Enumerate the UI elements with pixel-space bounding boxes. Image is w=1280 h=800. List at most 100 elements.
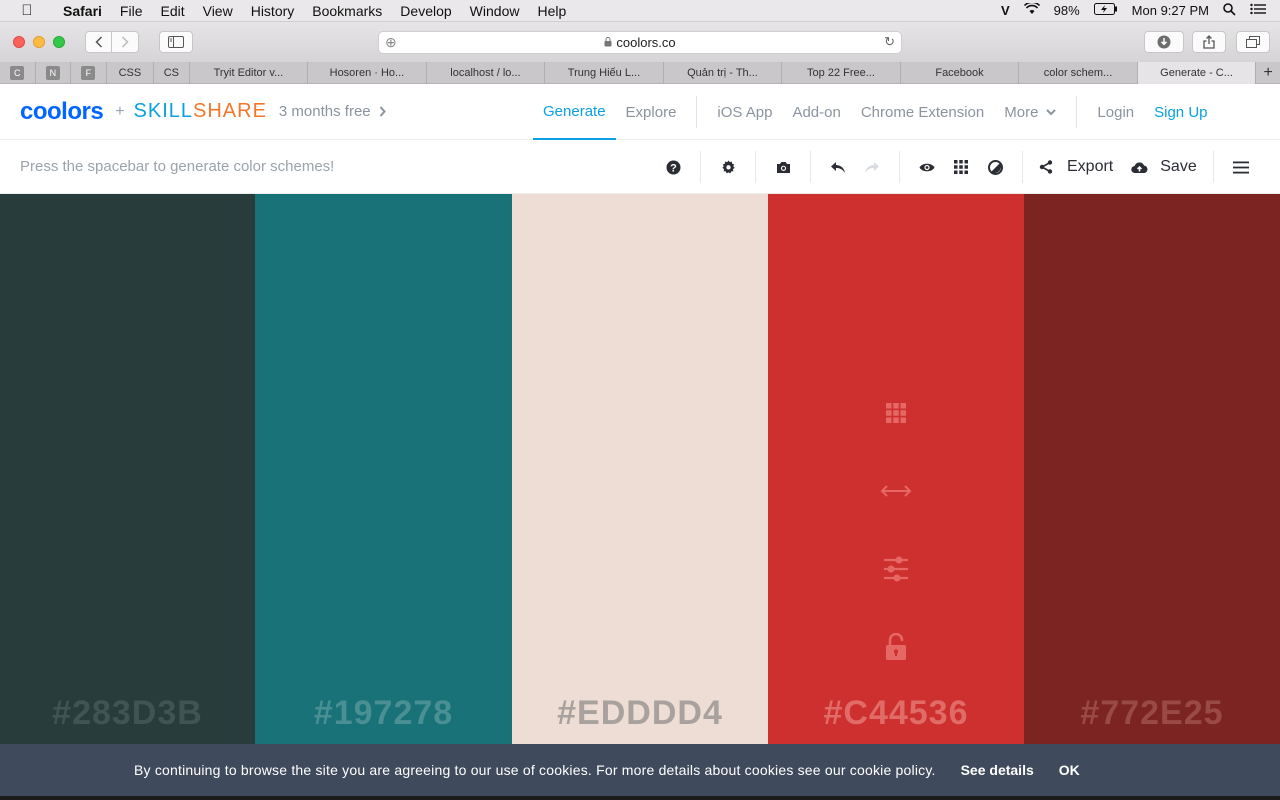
color-swatch[interactable]: #283D3B: [0, 194, 255, 744]
menu-help[interactable]: Help: [528, 3, 575, 19]
hex-code[interactable]: #197278: [255, 694, 512, 733]
browser-tab[interactable]: CS: [154, 62, 190, 84]
browser-tab[interactable]: CSS: [107, 62, 155, 84]
pinned-tab[interactable]: N: [36, 62, 72, 84]
browser-tab[interactable]: Top 22 Free...: [782, 62, 901, 84]
arrows-horizontal-icon: [880, 485, 912, 497]
nav-login[interactable]: Login: [1087, 84, 1144, 140]
save-button[interactable]: Save: [1131, 158, 1197, 176]
sidebar-toggle-button[interactable]: [159, 31, 193, 53]
promo-link[interactable]: 3 months free: [279, 103, 371, 120]
address-bar[interactable]: ⊕ coolors.co ↻: [378, 31, 902, 54]
nav-ios-app[interactable]: iOS App: [707, 84, 782, 140]
color-swatch[interactable]: #EDDDD4: [512, 194, 768, 744]
color-swatch[interactable]: #772E25: [1024, 194, 1280, 744]
minimize-window-button[interactable]: [33, 36, 45, 48]
nav-chrome-extension[interactable]: Chrome Extension: [851, 84, 994, 140]
adjust-palette-button[interactable]: [984, 159, 1006, 175]
menu-develop[interactable]: Develop: [391, 3, 460, 19]
tab-overview-button[interactable]: [1236, 31, 1270, 53]
browser-tab[interactable]: localhost / lo...: [427, 62, 546, 84]
nav-more[interactable]: More: [994, 84, 1066, 140]
browser-toolbar: ⊕ coolors.co ↻: [0, 22, 1280, 62]
nav-divider: [696, 96, 698, 128]
notification-center-icon[interactable]: [1250, 3, 1266, 18]
grid-icon: [886, 403, 906, 423]
browser-tab[interactable]: Facebook: [901, 62, 1020, 84]
reload-icon[interactable]: ↻: [884, 34, 895, 50]
nav-explore[interactable]: Explore: [616, 84, 687, 140]
color-blindness-button[interactable]: [916, 162, 938, 173]
menu-app-safari[interactable]: Safari: [54, 3, 111, 19]
downloads-button[interactable]: [1144, 31, 1184, 53]
cookie-banner: By continuing to browse the site you are…: [0, 744, 1280, 796]
nav-signup[interactable]: Sign Up: [1144, 84, 1217, 140]
lock-button[interactable]: [885, 608, 907, 686]
browser-tab[interactable]: Tryit Editor v...: [190, 62, 309, 84]
skillshare-logo-part: SHARE: [193, 100, 267, 122]
hex-code[interactable]: #283D3B: [0, 694, 255, 733]
battery-icon[interactable]: [1093, 3, 1118, 18]
nav-generate[interactable]: Generate: [533, 84, 616, 140]
back-button[interactable]: [85, 31, 112, 53]
coolors-logo[interactable]: coolors: [20, 98, 104, 126]
zoom-window-button[interactable]: [53, 36, 65, 48]
redo-icon: [865, 161, 879, 173]
menu-button[interactable]: [1230, 161, 1252, 174]
close-window-button[interactable]: [13, 36, 25, 48]
forward-button[interactable]: [112, 31, 139, 53]
help-button[interactable]: ?: [662, 160, 684, 175]
view-palette-button[interactable]: [950, 160, 972, 174]
shades-button[interactable]: [885, 374, 907, 452]
chevron-right-icon[interactable]: [379, 104, 386, 120]
toolbar-actions: ? Export Save: [662, 140, 1252, 194]
hex-code[interactable]: #772E25: [1024, 694, 1280, 733]
browser-tab[interactable]: Trung Hiếu L...: [545, 62, 664, 84]
wifi-icon[interactable]: [1023, 1, 1040, 18]
export-button[interactable]: Export: [1039, 158, 1113, 176]
share-plus-icon[interactable]: ⊕: [385, 34, 397, 51]
spacebar-hint: Press the spacebar to generate color sch…: [20, 158, 335, 175]
clock[interactable]: Mon 9:27 PM: [1132, 3, 1209, 18]
pinned-tab[interactable]: C: [0, 62, 36, 84]
hamburger-icon: [1232, 161, 1249, 173]
skillshare-logo[interactable]: SKILLSHARE: [134, 100, 267, 123]
menu-window[interactable]: Window: [461, 3, 529, 19]
ok-button[interactable]: OK: [1059, 762, 1080, 778]
color-swatch-hovered[interactable]: #C44536: [768, 194, 1024, 744]
menu-history[interactable]: History: [242, 3, 304, 19]
menu-bookmarks[interactable]: Bookmarks: [303, 3, 391, 19]
hex-code[interactable]: #EDDDD4: [512, 694, 768, 733]
user-initial[interactable]: V: [1001, 3, 1010, 18]
browser-tab[interactable]: Quản trị - Th...: [664, 62, 783, 84]
adjust-color-button[interactable]: [882, 530, 910, 608]
hex-code[interactable]: #C44536: [768, 694, 1024, 733]
apple-icon[interactable]: : [0, 2, 54, 19]
share-button[interactable]: [1192, 31, 1226, 53]
contrast-icon: [987, 159, 1003, 175]
redo-button[interactable]: [861, 161, 883, 174]
menu-view[interactable]: View: [194, 3, 242, 19]
settings-button[interactable]: [717, 159, 739, 175]
export-label: Export: [1067, 158, 1114, 175]
pinned-tab[interactable]: F: [71, 62, 107, 84]
main-nav: Generate Explore iOS App Add-on Chrome E…: [533, 84, 1218, 140]
grid-icon: [954, 160, 968, 174]
gear-icon: [721, 159, 735, 173]
browser-tab[interactable]: Hosoren · Ho...: [308, 62, 427, 84]
screenshot-button[interactable]: [772, 161, 794, 174]
toolbar-divider: [899, 151, 900, 183]
drag-button[interactable]: [880, 452, 912, 530]
menu-edit[interactable]: Edit: [151, 3, 193, 19]
nav-addon[interactable]: Add-on: [782, 84, 850, 140]
see-details-button[interactable]: See details: [961, 762, 1034, 778]
generator-toolbar: Press the spacebar to generate color sch…: [0, 140, 1280, 194]
sliders-icon: [884, 556, 908, 582]
color-swatch[interactable]: #197278: [255, 194, 512, 744]
browser-tab[interactable]: color schem...: [1019, 62, 1138, 84]
browser-tab-active[interactable]: Generate - C...: [1137, 62, 1257, 84]
undo-button[interactable]: [827, 161, 849, 174]
menu-file[interactable]: File: [111, 3, 152, 19]
new-tab-button[interactable]: +: [1256, 62, 1280, 84]
spotlight-search-icon[interactable]: [1223, 2, 1236, 19]
